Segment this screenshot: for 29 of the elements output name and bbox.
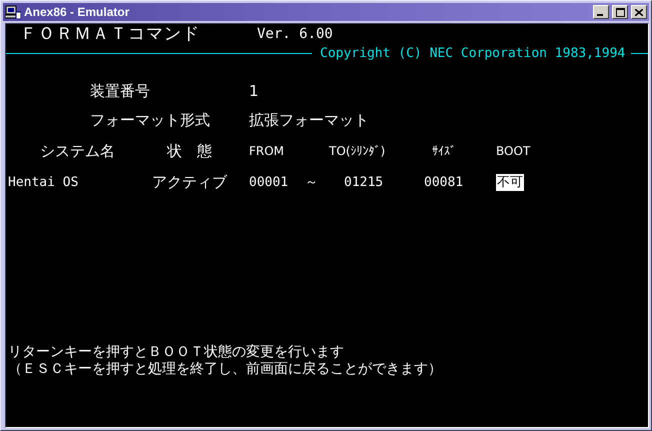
- maximize-icon: [616, 8, 624, 16]
- column-header: FROM: [249, 143, 286, 160]
- table-cell: 不可: [496, 174, 524, 191]
- table-cell-text: 01215: [344, 174, 384, 191]
- field-value: 1: [249, 83, 260, 100]
- maximize-button[interactable]: [612, 5, 628, 19]
- field-label: 装置番号: [90, 83, 151, 100]
- command-title: ＦＯＲＭＡＴコマンド: [20, 26, 201, 44]
- table-cell-text: アクティブ: [152, 174, 228, 191]
- table-cell-text: 00001: [249, 174, 290, 191]
- copyright-notice: Copyright (C) NEC Corporation 1983,1994: [320, 44, 626, 62]
- column-header: システム名: [40, 143, 116, 160]
- window-title: Anex86 - Emulator: [24, 5, 130, 19]
- close-button[interactable]: [631, 5, 647, 19]
- column-header: ｻｲｽﾞ: [432, 143, 457, 160]
- column-header: BOOT: [496, 143, 532, 160]
- column-header: 状 態: [167, 143, 213, 160]
- computer-icon: [5, 5, 21, 19]
- field-label: フォーマット形式: [90, 112, 211, 129]
- version-label: Ver. 6.00: [257, 26, 334, 44]
- table-cell-text: Hentai OS: [8, 174, 80, 191]
- table-cell-text: 00081: [424, 174, 464, 191]
- close-icon: [635, 8, 643, 16]
- table-cell-text: ～: [305, 174, 319, 191]
- instruction-text: リターンキーを押すとＢＯＯＴ状態の変更を行います: [8, 344, 345, 361]
- instruction-text: （ＥＳＣキーを押すと処理を終了し、前画面に戻ることができます）: [8, 361, 442, 378]
- column-header: TO(ｼﾘﾝﾀﾞ): [329, 143, 386, 160]
- field-value: 拡張フォーマット: [249, 112, 370, 129]
- minimize-button[interactable]: [593, 5, 609, 19]
